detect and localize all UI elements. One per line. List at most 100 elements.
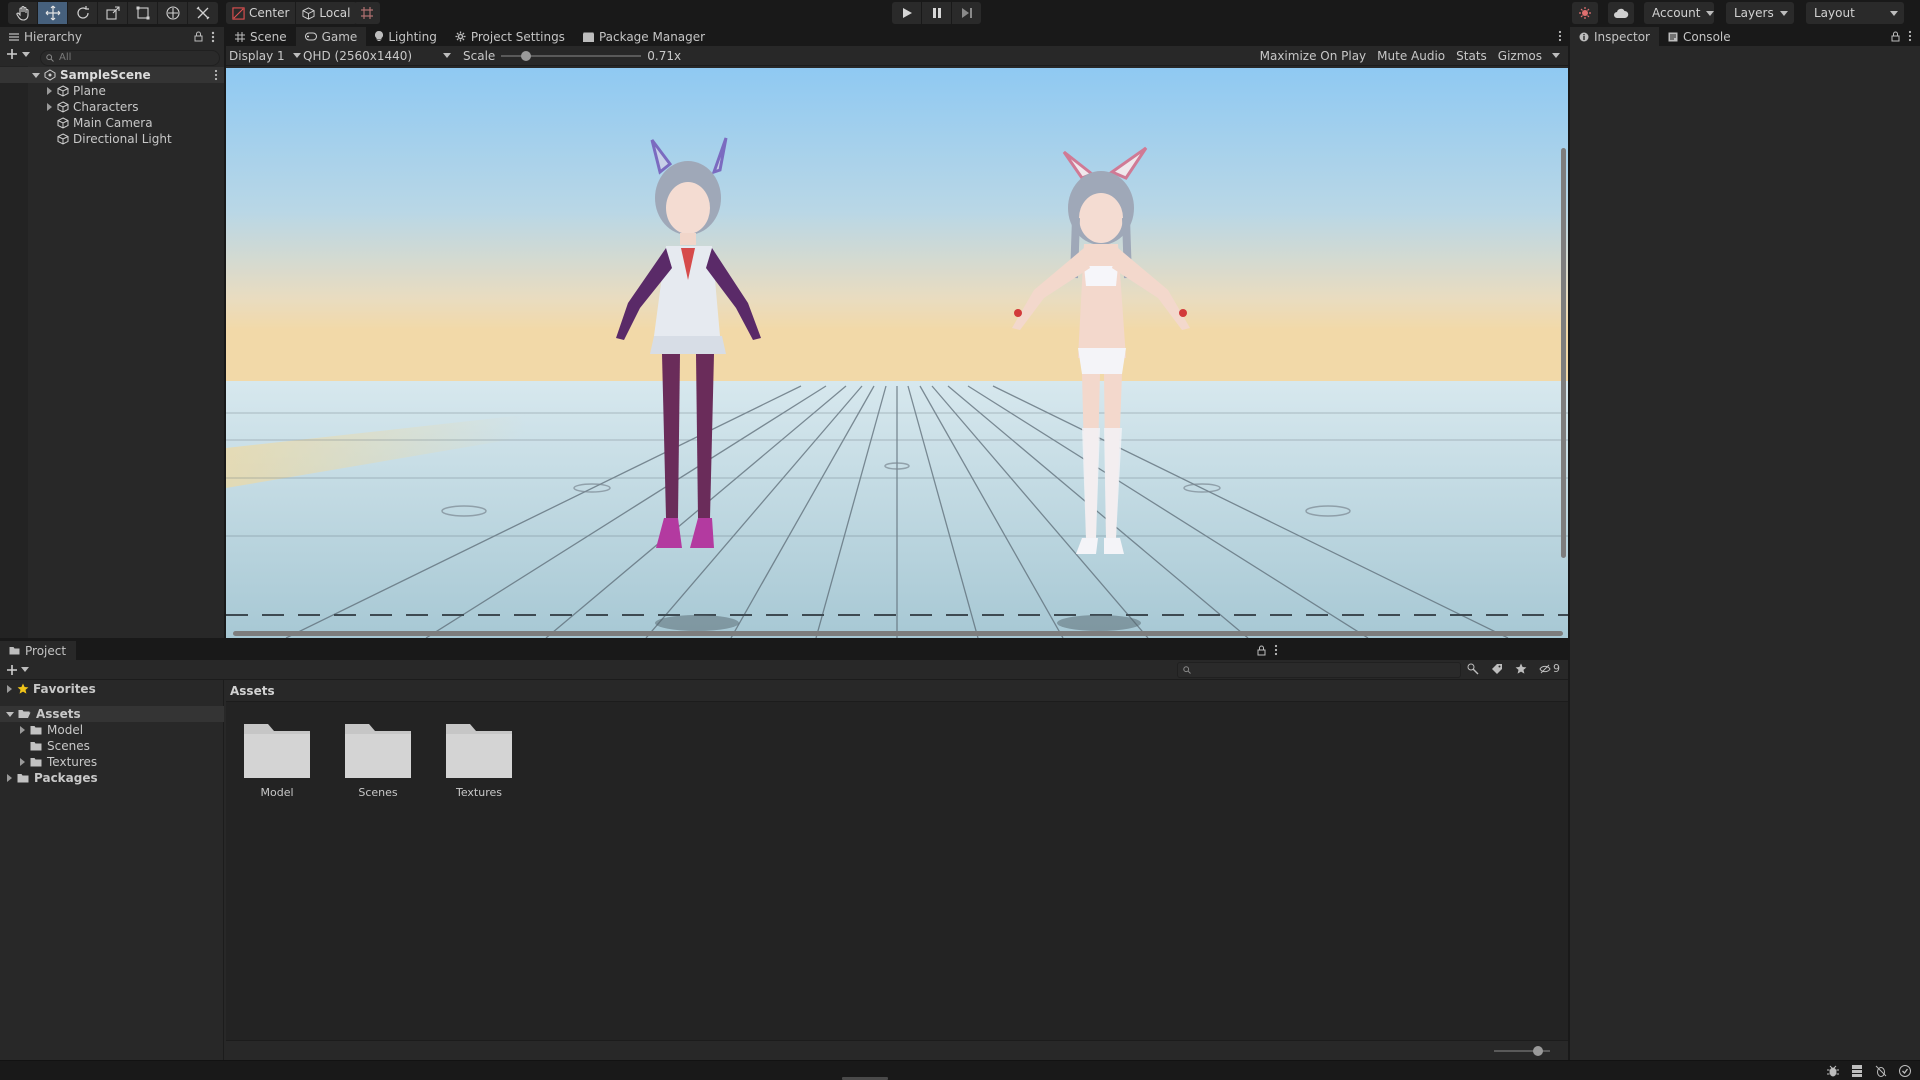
rect-tool-button[interactable] bbox=[128, 2, 158, 24]
project-search-input[interactable] bbox=[1177, 662, 1461, 678]
cache-server-icon[interactable] bbox=[1850, 1064, 1864, 1078]
search-by-type-icon[interactable] bbox=[1467, 663, 1479, 675]
move-tool-button[interactable] bbox=[38, 2, 68, 24]
tree-item-assets[interactable]: Assets bbox=[0, 706, 224, 722]
tree-item-favorites[interactable]: Favorites bbox=[0, 681, 224, 697]
hierarchy-search-placeholder: All bbox=[59, 52, 72, 63]
foldout-closed-icon[interactable] bbox=[46, 87, 53, 95]
center-tabbar: Scene Game Lighting Project Settings Pac… bbox=[226, 26, 1568, 46]
asset-folder-textures[interactable]: Textures bbox=[434, 718, 524, 799]
foldout-open-icon[interactable] bbox=[32, 71, 40, 79]
pivot-rotation-label: Local bbox=[319, 6, 351, 20]
tab-game[interactable]: Game bbox=[295, 26, 367, 46]
label-tag-icon[interactable] bbox=[1491, 663, 1503, 675]
rotate-tool-button[interactable] bbox=[68, 2, 98, 24]
custom-tool-button[interactable] bbox=[188, 2, 218, 24]
tab-package-manager[interactable]: Package Manager bbox=[573, 26, 715, 46]
list-icon bbox=[9, 32, 19, 41]
icon-size-slider[interactable] bbox=[1494, 1046, 1550, 1056]
scale-slider[interactable] bbox=[501, 48, 642, 64]
gizmos-toggle[interactable]: Gizmos bbox=[1498, 49, 1542, 63]
hidden-packages-toggle[interactable]: 9 bbox=[1539, 662, 1560, 675]
breadcrumb-assets[interactable]: Assets bbox=[230, 684, 275, 698]
star-icon bbox=[17, 683, 29, 694]
hierarchy-item-directional-light[interactable]: Directional Light bbox=[0, 131, 224, 147]
collab-button[interactable] bbox=[1572, 2, 1598, 24]
step-button[interactable] bbox=[952, 2, 981, 24]
kebab-menu-icon[interactable] bbox=[1908, 30, 1912, 42]
folder-icon bbox=[30, 726, 42, 735]
tab-scene[interactable]: Scene bbox=[226, 26, 296, 46]
hierarchy-tab-label: Hierarchy bbox=[24, 29, 83, 44]
asset-folder-scenes[interactable]: Scenes bbox=[333, 718, 423, 799]
viewport-scrollbar-horizontal[interactable] bbox=[233, 631, 1563, 636]
cloud-button[interactable] bbox=[1608, 2, 1634, 24]
tree-item-model[interactable]: Model bbox=[0, 722, 224, 738]
tab-project[interactable]: Project bbox=[0, 640, 76, 660]
tree-item-textures[interactable]: Textures bbox=[0, 754, 224, 770]
grid-snapping-button[interactable] bbox=[354, 2, 380, 24]
tree-item-scenes[interactable]: Scenes bbox=[0, 738, 224, 754]
account-dropdown[interactable]: Account bbox=[1644, 2, 1715, 24]
game-viewport[interactable] bbox=[226, 68, 1568, 638]
scale-slider-thumb[interactable] bbox=[520, 50, 531, 61]
layers-dropdown[interactable]: Layers bbox=[1726, 2, 1794, 24]
bug-report-icon[interactable] bbox=[1874, 1064, 1888, 1078]
gamepad-icon bbox=[304, 32, 317, 41]
tab-project-settings[interactable]: Project Settings bbox=[445, 26, 574, 46]
foldout-closed-icon[interactable] bbox=[19, 726, 26, 734]
tree-item-packages[interactable]: Packages bbox=[0, 770, 224, 786]
mute-audio-toggle[interactable]: Mute Audio bbox=[1377, 49, 1445, 63]
chevron-down-icon[interactable] bbox=[1552, 53, 1560, 58]
foldout-closed-icon[interactable] bbox=[6, 774, 13, 782]
lock-icon[interactable] bbox=[1891, 31, 1900, 42]
tab-hierarchy[interactable]: Hierarchy bbox=[0, 26, 224, 46]
tab-inspector[interactable]: Inspector bbox=[1570, 26, 1659, 46]
pivot-rotation-toggle[interactable]: Local bbox=[296, 2, 356, 24]
icon-size-slider-thumb[interactable] bbox=[1533, 1046, 1544, 1056]
pause-button[interactable] bbox=[922, 2, 951, 24]
foldout-closed-icon[interactable] bbox=[19, 758, 26, 766]
play-button[interactable] bbox=[892, 2, 921, 24]
resolution-dropdown[interactable]: QHD (2560x1440) bbox=[303, 49, 451, 63]
foldout-closed-icon[interactable] bbox=[46, 103, 53, 111]
check-circle-icon[interactable] bbox=[1898, 1064, 1912, 1078]
transform-tool-button[interactable] bbox=[158, 2, 188, 24]
viewport-scrollbar-vertical[interactable] bbox=[1561, 148, 1566, 558]
center-panel-menu[interactable] bbox=[1552, 26, 1568, 46]
hierarchy-item-characters[interactable]: Characters bbox=[0, 99, 224, 115]
lock-icon[interactable] bbox=[1257, 645, 1266, 656]
pivot-mode-toggle[interactable]: Center bbox=[226, 2, 297, 24]
kebab-menu-icon[interactable] bbox=[1274, 644, 1278, 656]
kebab-menu-icon[interactable] bbox=[211, 31, 215, 43]
kebab-menu-icon[interactable] bbox=[214, 69, 218, 81]
hierarchy-panel: Hierarchy All SampleScene Plane Characte… bbox=[0, 26, 224, 638]
scene-name: SampleScene bbox=[60, 68, 151, 82]
display-dropdown[interactable]: Display 1 bbox=[229, 49, 301, 63]
hierarchy-item-plane[interactable]: Plane bbox=[0, 83, 224, 99]
folder-icon bbox=[30, 742, 42, 751]
maximize-on-play-toggle[interactable]: Maximize On Play bbox=[1260, 49, 1367, 63]
inspector-tab-label: Inspector bbox=[1594, 29, 1650, 44]
project-tab-label: Project bbox=[25, 643, 67, 658]
hand-tool-button[interactable] bbox=[8, 2, 38, 24]
foldout-closed-icon[interactable] bbox=[6, 685, 13, 693]
stats-toggle[interactable]: Stats bbox=[1456, 49, 1487, 63]
lock-icon[interactable] bbox=[194, 31, 203, 42]
tab-console[interactable]: Console bbox=[1658, 26, 1740, 46]
scale-label: Scale bbox=[463, 48, 496, 63]
scale-tool-button[interactable] bbox=[98, 2, 128, 24]
star-icon[interactable] bbox=[1515, 663, 1527, 675]
hierarchy-scene-row[interactable]: SampleScene bbox=[0, 67, 224, 83]
hierarchy-search-input[interactable]: All bbox=[40, 50, 220, 66]
project-add-button[interactable] bbox=[6, 664, 29, 676]
layout-dropdown[interactable]: Layout bbox=[1806, 2, 1904, 24]
asset-folder-model[interactable]: Model bbox=[232, 718, 322, 799]
hierarchy-item-main-camera[interactable]: Main Camera bbox=[0, 115, 224, 131]
tab-lighting[interactable]: Lighting bbox=[366, 26, 446, 46]
move-icon bbox=[45, 5, 60, 21]
gameobject-cube-icon bbox=[57, 101, 69, 113]
debug-bug-icon[interactable] bbox=[1826, 1064, 1840, 1078]
hierarchy-add-button[interactable] bbox=[6, 48, 30, 60]
foldout-open-icon[interactable] bbox=[6, 710, 14, 718]
